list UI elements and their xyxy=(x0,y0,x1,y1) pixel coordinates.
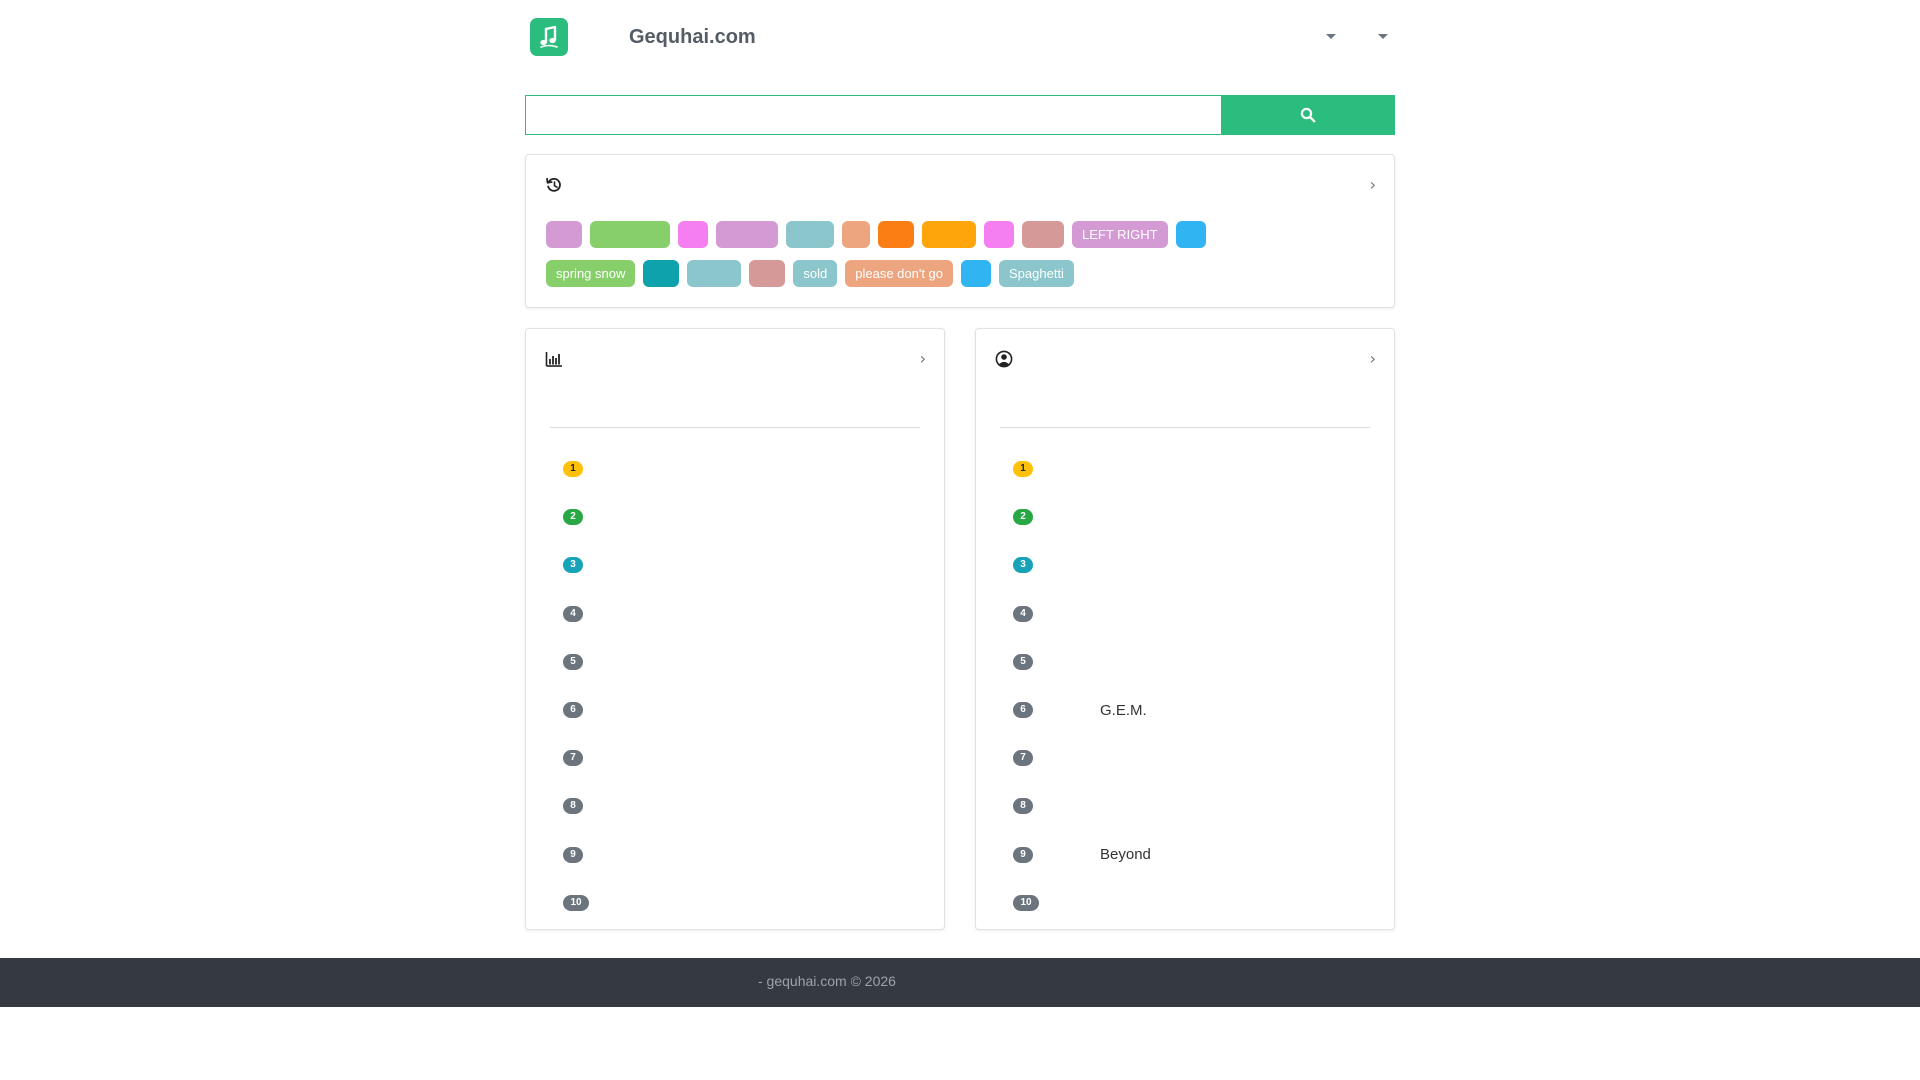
song-ranking-divider xyxy=(550,427,920,428)
history-tag[interactable]: please don't go xyxy=(845,260,954,287)
song-ranking-card: › 1 2 3 4 5 6 7 8 9 10 xyxy=(525,328,945,930)
artist-ranking-name[interactable]: G.E.M. xyxy=(1100,702,1147,719)
rank-badge: 2 xyxy=(563,509,583,526)
history-tag[interactable] xyxy=(961,260,992,287)
song-ranking-more-chevron-right-icon[interactable]: › xyxy=(920,349,926,368)
song-ranking-row[interactable]: 8 xyxy=(563,782,923,830)
song-ranking-row[interactable]: 2 xyxy=(563,493,923,541)
artist-ranking-card: › 1 2 3 4 5 6 G.E.M. 7 8 9 Beyond 10 xyxy=(975,328,1395,930)
rank-badge: 1 xyxy=(1013,461,1033,478)
artist-ranking-row[interactable]: 3 xyxy=(1013,541,1373,589)
artist-ranking-row[interactable]: 6 G.E.M. xyxy=(1013,686,1373,734)
history-tag[interactable] xyxy=(984,221,1014,248)
history-tag[interactable] xyxy=(922,221,976,248)
artist-ranking-more-chevron-right-icon[interactable]: › xyxy=(1370,349,1376,368)
rank-badge: 6 xyxy=(563,702,583,719)
history-more-chevron-right-icon[interactable]: › xyxy=(1370,175,1376,194)
history-tag[interactable] xyxy=(546,221,582,248)
rank-badge: 4 xyxy=(1013,605,1033,622)
artist-ranking-row[interactable]: 5 xyxy=(1013,638,1373,686)
artist-ranking-row[interactable]: 9 Beyond xyxy=(1013,831,1373,879)
artist-ranking-name[interactable]: Beyond xyxy=(1100,846,1151,863)
song-ranking-row[interactable]: 10 xyxy=(563,879,923,927)
artist-ranking-row[interactable]: 10 xyxy=(1013,879,1373,927)
rank-badge: 9 xyxy=(563,846,583,863)
rank-badge: 9 xyxy=(1013,846,1033,863)
history-tag-list: LEFT RIGHT spring snow sold please don't go… xyxy=(546,221,1376,299)
rank-badge: 6 xyxy=(1013,702,1033,719)
rank-badge: 8 xyxy=(1013,798,1033,815)
history-icon xyxy=(546,177,561,192)
site-footer: - gequhai.com © 2026 xyxy=(0,958,1920,1007)
rank-badge: 7 xyxy=(1013,750,1033,767)
site-brand[interactable]: Gequhai.com xyxy=(629,26,756,49)
history-tag[interactable] xyxy=(590,221,670,248)
artist-ranking-list: 1 2 3 4 5 6 G.E.M. 7 8 9 Beyond 10 xyxy=(1013,445,1373,927)
artist-ranking-divider xyxy=(1000,427,1370,428)
song-ranking-row[interactable]: 4 xyxy=(563,590,923,638)
nav-dropdown-2-caret-down-icon[interactable] xyxy=(1378,34,1388,39)
artist-ranking-row[interactable]: 8 xyxy=(1013,782,1373,830)
history-tag[interactable] xyxy=(878,221,914,248)
rank-badge: 5 xyxy=(563,653,583,670)
song-ranking-row[interactable]: 5 xyxy=(563,638,923,686)
song-ranking-row[interactable]: 6 xyxy=(563,686,923,734)
history-tag[interactable] xyxy=(1175,221,1206,248)
history-tag[interactable] xyxy=(749,260,786,287)
history-tag[interactable] xyxy=(643,260,680,287)
rank-badge: 1 xyxy=(563,461,583,478)
rank-badge: 4 xyxy=(563,605,583,622)
search-input[interactable] xyxy=(525,95,1221,135)
artist-ranking-row[interactable]: 1 xyxy=(1013,445,1373,493)
song-ranking-list: 1 2 3 4 5 6 7 8 9 10 xyxy=(563,445,923,927)
song-ranking-row[interactable]: 7 xyxy=(563,734,923,782)
rank-badge: 5 xyxy=(1013,653,1033,670)
song-ranking-row[interactable]: 1 xyxy=(563,445,923,493)
history-tag[interactable] xyxy=(786,221,834,248)
history-tag[interactable]: spring snow xyxy=(546,260,636,287)
user-circle-icon xyxy=(995,350,1013,368)
music-note-icon xyxy=(540,25,558,48)
artist-ranking-row[interactable]: 2 xyxy=(1013,493,1373,541)
rank-badge: 7 xyxy=(563,750,583,767)
history-tag[interactable] xyxy=(842,221,870,248)
search-history-card: › LEFT RIGHT spring snow sold please don't … xyxy=(525,154,1395,308)
rank-badge: 2 xyxy=(1013,509,1033,526)
history-tag[interactable] xyxy=(678,221,708,248)
rank-badge: 3 xyxy=(563,557,583,574)
page-container: Gequhai.com › LEFT RIGHT spring snow sold p… xyxy=(525,0,1395,930)
history-tag[interactable]: sold xyxy=(793,260,838,287)
history-tag[interactable] xyxy=(716,221,778,248)
site-logo[interactable] xyxy=(530,18,568,56)
search-bar xyxy=(525,95,1395,135)
artist-ranking-row[interactable]: 7 xyxy=(1013,734,1373,782)
search-button[interactable] xyxy=(1221,95,1395,135)
artist-ranking-row[interactable]: 4 xyxy=(1013,590,1373,638)
history-tag[interactable] xyxy=(1022,221,1064,248)
song-ranking-row[interactable]: 9 xyxy=(563,831,923,879)
history-tag[interactable]: Spaghetti xyxy=(999,260,1074,287)
history-tag[interactable] xyxy=(687,260,742,287)
rank-badge: 10 xyxy=(1013,894,1039,911)
history-tag[interactable]: LEFT RIGHT xyxy=(1072,221,1168,248)
search-icon xyxy=(1300,107,1316,123)
rank-badge: 3 xyxy=(1013,557,1033,574)
rank-badge: 8 xyxy=(563,798,583,815)
song-ranking-row[interactable]: 3 xyxy=(563,541,923,589)
footer-copyright: - gequhai.com © 2026 xyxy=(758,973,896,989)
site-header: Gequhai.com xyxy=(525,0,1395,76)
nav-dropdown-1-caret-down-icon[interactable] xyxy=(1326,34,1336,39)
rank-badge: 10 xyxy=(563,894,589,911)
bar-chart-icon xyxy=(545,352,562,367)
